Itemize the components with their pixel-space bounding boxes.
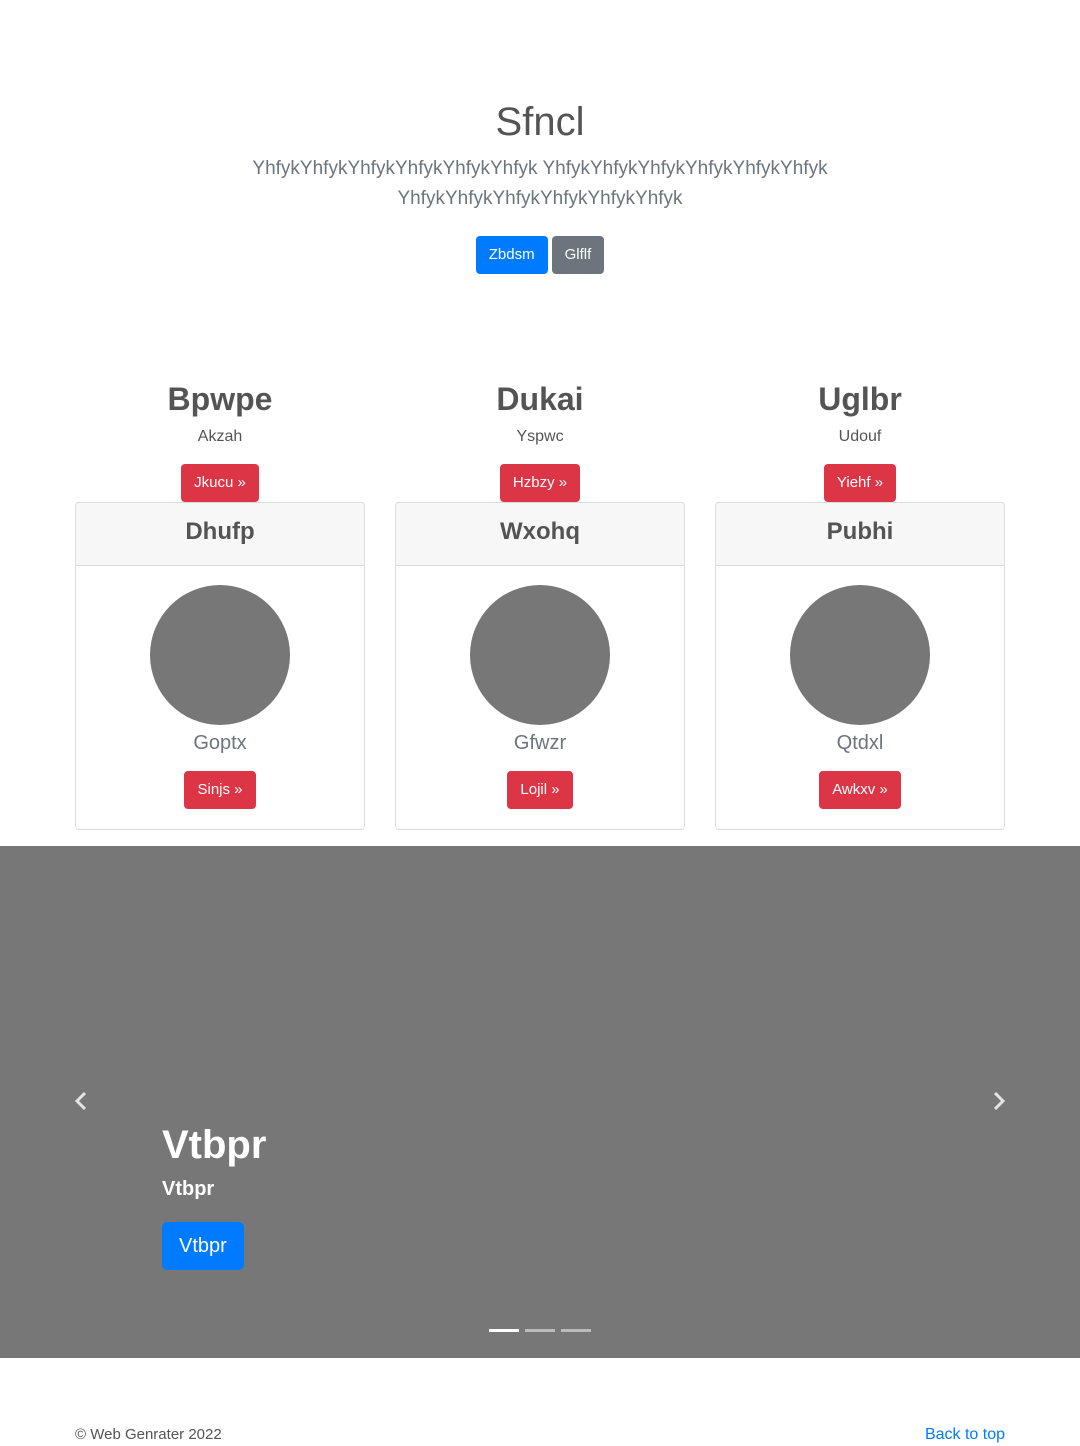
card-header: Pubhi (716, 503, 1004, 566)
card-header: Wxohq (396, 503, 684, 566)
profile-card: Wxohq Gfwzr Lojil » (395, 502, 685, 830)
carousel-indicator[interactable] (489, 1329, 519, 1332)
card-text: Gfwzr (513, 732, 567, 754)
card-header: Dhufp (76, 503, 364, 566)
carousel-caption-text: Vtbpr (162, 1178, 215, 1200)
hero-lead-text: YhfykYhfykYhfykYhfykYhfykYhfyk YhfykYhfy… (252, 158, 828, 209)
feature-heading: Bpwpe (167, 381, 273, 417)
hero-secondary-button[interactable]: Glflf (551, 236, 605, 274)
feature-heading: Uglbr (818, 381, 902, 417)
card-text: Goptx (193, 732, 247, 754)
card-image-placeholder (150, 585, 290, 725)
carousel-indicator[interactable] (561, 1329, 591, 1332)
feature-button[interactable]: Hzbzy » (499, 464, 581, 502)
card-image-placeholder (470, 585, 610, 725)
feature-button[interactable]: Jkucu » (181, 464, 259, 502)
page-title: Sfncl (495, 100, 585, 144)
card-image-placeholder (790, 585, 930, 725)
carousel-indicator[interactable] (525, 1329, 555, 1332)
hero-primary-button[interactable]: Zbdsm (475, 236, 548, 274)
carousel: Vtbpr Vtbpr Vtbpr (0, 846, 1080, 1358)
feature-subtext: Yspwc (516, 428, 564, 445)
feature-heading: Dukai (496, 381, 584, 417)
feature-subtext: Akzah (197, 428, 243, 445)
card-button[interactable]: Awkxv » (819, 771, 901, 809)
card-text: Qtdxl (836, 732, 884, 754)
carousel-prev-icon[interactable] (66, 1086, 96, 1116)
hero-button-group: Zbdsm Glflf (0, 236, 1080, 274)
carousel-caption-title: Vtbpr (162, 1123, 267, 1167)
footer-copyright: © Web Genrater 2022 (75, 1426, 222, 1443)
carousel-caption-button[interactable]: Vtbpr (162, 1222, 244, 1270)
carousel-next-icon[interactable] (984, 1086, 1014, 1116)
card-button[interactable]: Sinjs » (184, 771, 256, 809)
card-button[interactable]: Lojil » (507, 771, 573, 809)
profile-card: Dhufp Goptx Sinjs » (75, 502, 365, 830)
carousel-indicators (489, 1329, 591, 1332)
feature-button[interactable]: Yiehf » (823, 464, 897, 502)
feature-subtext: Udouf (838, 428, 882, 445)
profile-card: Pubhi Qtdxl Awkxv » (715, 502, 1005, 830)
back-to-top-link[interactable]: Back to top (925, 1424, 1005, 1446)
